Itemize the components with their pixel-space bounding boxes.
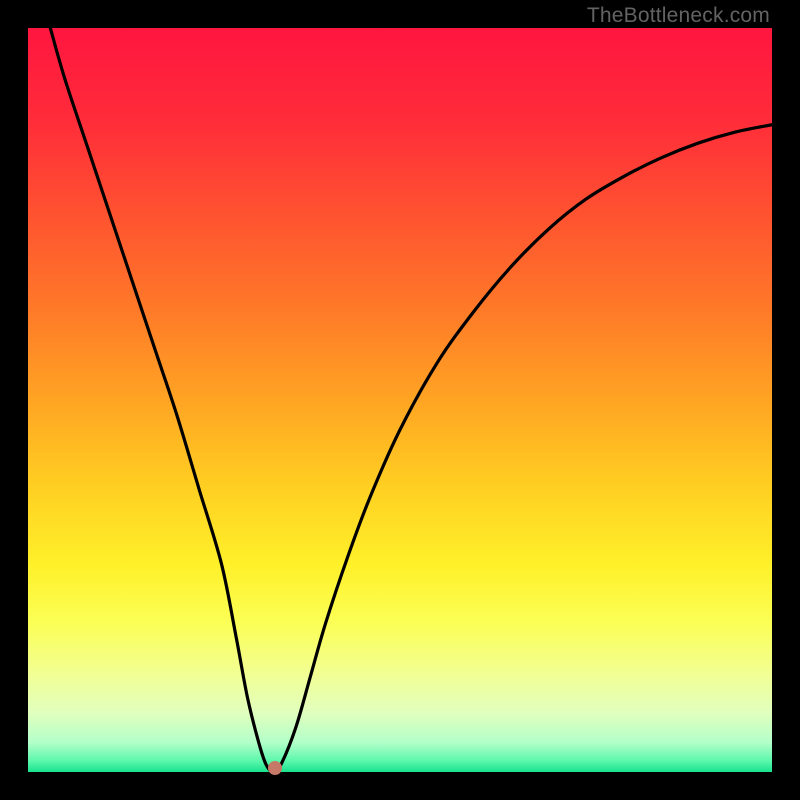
watermark-text: TheBottleneck.com bbox=[587, 4, 770, 28]
bottleneck-curve bbox=[28, 28, 772, 772]
optimum-marker bbox=[268, 761, 282, 775]
plot-area bbox=[28, 28, 772, 772]
